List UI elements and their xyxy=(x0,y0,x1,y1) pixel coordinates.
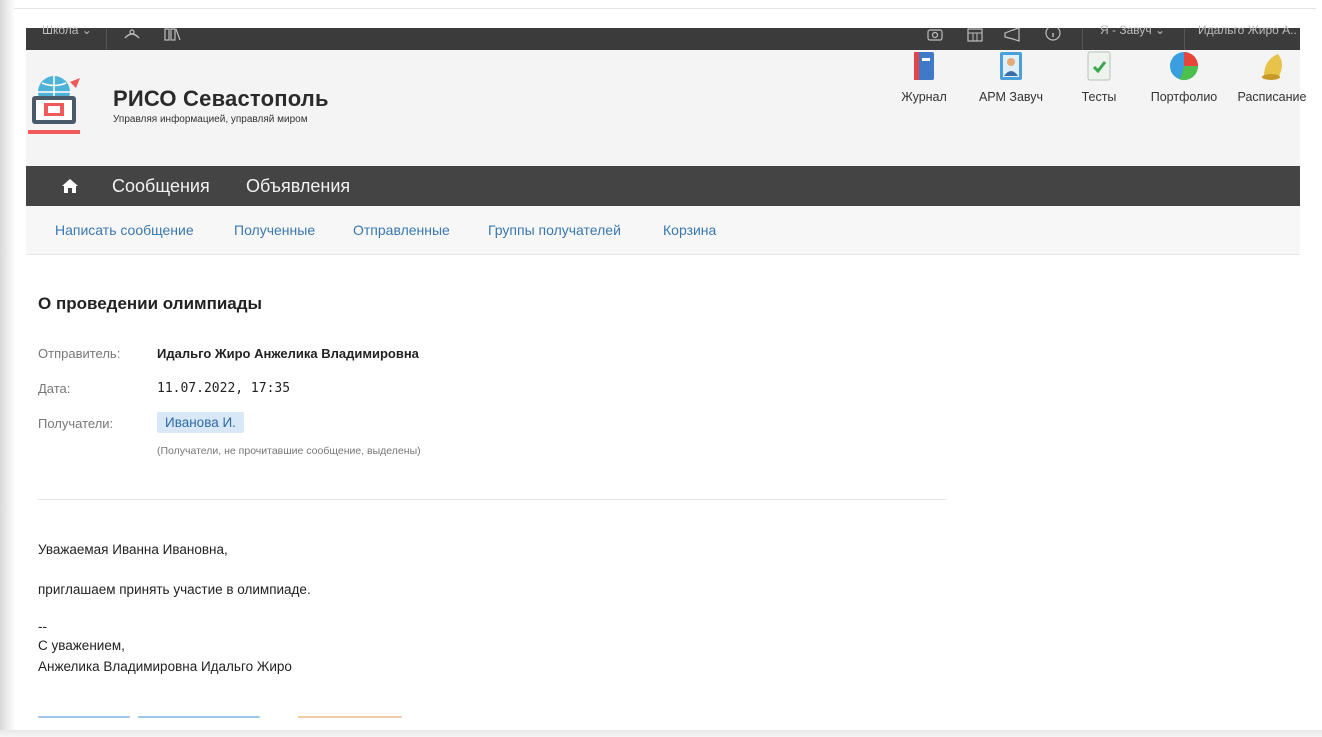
sender-value: Идальго Жиро Анжелика Владимировна xyxy=(157,346,419,361)
role-selector[interactable]: Я - Завуч ⌄ xyxy=(1100,22,1165,38)
app-schedule[interactable]: Расписание xyxy=(1232,50,1312,104)
recipient-tag[interactable]: Иванова И. xyxy=(157,412,244,433)
topbar-separator xyxy=(1184,28,1185,50)
site-header: РИСО Севастополь Управляя информацией, у… xyxy=(26,50,1306,166)
app-portfolio[interactable]: Портфолио xyxy=(1148,50,1220,104)
topbar-separator xyxy=(106,28,107,50)
journal-icon xyxy=(908,50,940,82)
app-label: АРМ Завуч xyxy=(978,90,1044,104)
schedule-bell-icon xyxy=(1256,50,1288,82)
subnav-trash[interactable]: Корзина xyxy=(663,222,716,238)
user-menu[interactable]: Идальго Жиро А... xyxy=(1198,22,1298,38)
app-label: Расписание xyxy=(1237,90,1307,104)
site-slogan: Управляя информацией, управляй миром xyxy=(113,114,308,125)
school-selector[interactable]: Школа ⌄ xyxy=(42,22,92,38)
subnav-recipient-groups[interactable]: Группы получателей xyxy=(488,222,621,238)
camera-icon[interactable] xyxy=(926,28,944,42)
message-title: О проведении олимпиады xyxy=(38,294,263,313)
divider xyxy=(38,499,946,500)
message-text: приглашаем принять участие в олимпиаде. xyxy=(38,582,311,597)
app-label: Журнал xyxy=(901,90,947,104)
signature-separator: -- xyxy=(38,619,47,634)
app-tests[interactable]: Тесты xyxy=(1072,50,1126,104)
message-greeting: Уважаемая Иванна Ивановна, xyxy=(38,542,228,557)
action-button-stub[interactable] xyxy=(138,716,260,718)
subnav-compose[interactable]: Написать сообщение xyxy=(55,222,194,238)
subnav-inbox[interactable]: Полученные xyxy=(234,222,315,238)
nav-messages[interactable]: Сообщения xyxy=(112,176,210,197)
home-icon[interactable] xyxy=(61,177,79,195)
signature-name: Анжелика Владимировна Идальго Жиро xyxy=(38,659,292,674)
riso-logo-icon[interactable] xyxy=(26,74,84,136)
megaphone-icon[interactable] xyxy=(1003,27,1021,42)
date-value: 11.07.2022, 17:35 xyxy=(157,381,291,396)
date-label: Дата: xyxy=(38,381,71,396)
action-button-stub[interactable] xyxy=(298,716,402,718)
app-label: Портфолио xyxy=(1150,90,1218,104)
library-icon[interactable] xyxy=(163,28,181,42)
calendar-icon[interactable] xyxy=(966,28,984,42)
teacher-icon[interactable] xyxy=(123,28,141,42)
app-deputy-workstation[interactable]: АРМ Завуч xyxy=(972,50,1050,104)
recipients-label: Получатели: xyxy=(38,416,114,431)
subnav-sent[interactable]: Отправленные xyxy=(353,222,450,238)
messages-subnav: Написать сообщение Полученные Отправленн… xyxy=(26,206,1300,255)
app-label: Тесты xyxy=(1081,90,1117,104)
portfolio-icon xyxy=(1168,50,1200,82)
app-journal[interactable]: Журнал xyxy=(894,50,954,104)
deputy-workstation-icon xyxy=(995,50,1027,82)
help-icon[interactable] xyxy=(1044,25,1062,42)
action-button-stub[interactable] xyxy=(38,716,130,718)
main-nav: Сообщения Объявления xyxy=(26,166,1300,206)
top-bar: Школа ⌄ Я - Завуч ⌄ Идальго Жиро А... xyxy=(26,23,1300,50)
sender-label: Отправитель: xyxy=(38,346,121,361)
signature-closing: С уважением, xyxy=(38,638,125,653)
tests-icon xyxy=(1083,50,1115,82)
message-view: О проведении олимпиады Отправитель: Идал… xyxy=(26,262,1300,732)
recipients-hint: (Получатели, не прочитавшие сообщение, в… xyxy=(157,445,421,457)
nav-announcements[interactable]: Объявления xyxy=(246,176,350,197)
site-title[interactable]: РИСО Севастополь xyxy=(113,86,329,112)
topbar-separator xyxy=(1082,28,1083,50)
